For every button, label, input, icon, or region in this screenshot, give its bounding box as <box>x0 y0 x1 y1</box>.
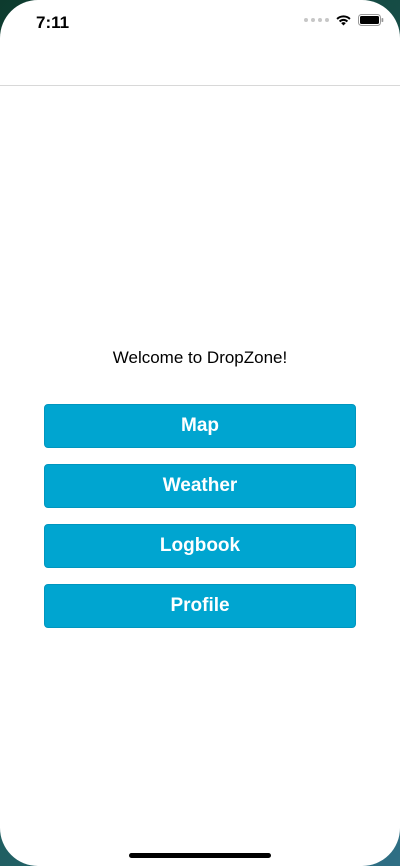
profile-button[interactable]: Profile <box>44 584 356 628</box>
map-button[interactable]: Map <box>44 404 356 448</box>
signal-icon <box>304 18 329 22</box>
logbook-button[interactable]: Logbook <box>44 524 356 568</box>
main-content: Welcome to DropZone! Map Weather Logbook… <box>0 86 400 866</box>
app-screen: 7:11 Welcome to DropZone! Map Weather Lo… <box>0 0 400 866</box>
wifi-icon <box>336 15 351 26</box>
battery-icon <box>358 14 384 26</box>
home-indicator[interactable] <box>129 853 271 858</box>
main-menu: Map Weather Logbook Profile <box>44 404 356 628</box>
status-icons <box>304 14 384 26</box>
device-frame: 7:11 Welcome to DropZone! Map Weather Lo… <box>0 0 400 866</box>
profile-button-label: Profile <box>170 595 230 616</box>
navigation-bar <box>0 44 400 86</box>
weather-button-label: Weather <box>162 475 238 496</box>
status-bar: 7:11 <box>0 0 400 44</box>
status-time: 7:11 <box>36 13 70 32</box>
weather-button[interactable]: Weather <box>44 464 356 508</box>
welcome-text: Welcome to DropZone! <box>112 348 288 367</box>
map-button-label: Map <box>181 415 219 436</box>
logbook-button-label: Logbook <box>159 535 241 556</box>
